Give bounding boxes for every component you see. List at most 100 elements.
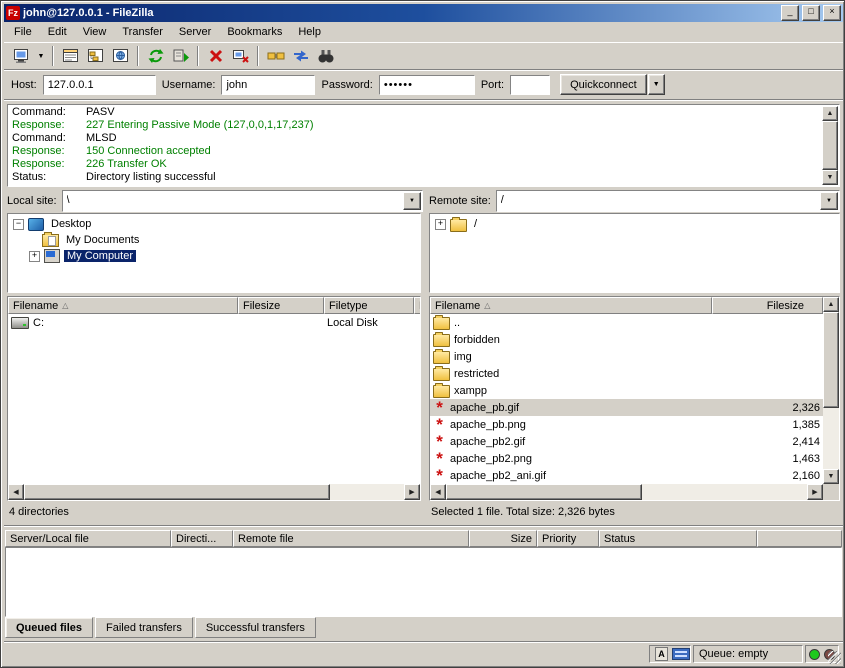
remote-horizontal-scrollbar[interactable]: [430, 484, 823, 500]
log-type: Response:: [9, 158, 86, 171]
chevron-down-icon[interactable]: [403, 192, 421, 210]
file-row[interactable]: restricted: [430, 365, 823, 382]
maximize-button[interactable]: □: [802, 5, 820, 21]
statusbar: Queue: empty: [4, 641, 843, 666]
toggle-remote-tree-button[interactable]: [108, 45, 133, 68]
queue-column-status[interactable]: Status: [599, 530, 757, 547]
queue-list[interactable]: [5, 547, 842, 617]
queue-column-remote-file[interactable]: Remote file: [233, 530, 469, 547]
toolbar-separator: [257, 46, 259, 66]
queue-column-direction[interactable]: Directi...: [171, 530, 233, 547]
cancel-transfer-button[interactable]: [203, 45, 228, 68]
local-site-combo[interactable]: \: [62, 190, 423, 212]
log-scrollbar[interactable]: [822, 106, 838, 185]
queue-column-priority[interactable]: Priority: [537, 530, 599, 547]
username-input[interactable]: [221, 75, 315, 95]
file-name: apache_pb.png: [450, 419, 526, 431]
file-row[interactable]: apache_pb2.gif 2,414: [430, 433, 823, 450]
find-files-button[interactable]: [313, 45, 338, 68]
scrollbar-track[interactable]: [642, 484, 807, 500]
tree-item-label: Desktop: [48, 218, 94, 230]
port-input[interactable]: [510, 75, 550, 95]
minimize-button[interactable]: _: [781, 5, 799, 21]
column-filename[interactable]: Filename: [430, 297, 712, 314]
file-row[interactable]: apache_pb2_ani.gif 2,160: [430, 467, 823, 484]
file-size: 2,326: [792, 402, 820, 414]
menu-item-view[interactable]: View: [75, 24, 115, 40]
log-line: Response:226 Transfer OK: [9, 158, 822, 171]
toggle-local-tree-button[interactable]: [83, 45, 108, 68]
tab-successful-transfers[interactable]: Successful transfers: [195, 617, 316, 638]
scroll-left-icon[interactable]: [430, 484, 446, 500]
scroll-right-icon[interactable]: [807, 484, 823, 500]
queue-column-server-local-file[interactable]: Server/Local file: [5, 530, 171, 547]
close-button[interactable]: ×: [823, 5, 841, 21]
scroll-up-icon[interactable]: [822, 106, 838, 121]
local-horizontal-scrollbar[interactable]: [8, 484, 420, 500]
scrollbar-thumb[interactable]: [446, 484, 642, 500]
site-manager-button[interactable]: [9, 45, 34, 68]
tree-item-root[interactable]: /: [430, 216, 839, 232]
menu-item-server[interactable]: Server: [171, 24, 219, 40]
directory-comparison-button[interactable]: [263, 45, 288, 68]
menu-item-help[interactable]: Help: [290, 24, 329, 40]
column-lastmodified[interactable]: L: [414, 297, 421, 314]
file-row[interactable]: apache_pb2.png 1,463: [430, 450, 823, 467]
message-log-icon: [62, 48, 80, 64]
collapse-icon[interactable]: [13, 219, 24, 230]
synchronized-browsing-button[interactable]: [288, 45, 313, 68]
queue-column-size[interactable]: Size: [469, 530, 537, 547]
remote-site-combo[interactable]: /: [496, 190, 840, 212]
expand-icon[interactable]: [29, 251, 40, 262]
password-input[interactable]: [379, 75, 475, 95]
quickconnect-dropdown-button[interactable]: ▼: [648, 74, 665, 95]
scrollbar-track[interactable]: [823, 408, 839, 469]
tab-failed-transfers[interactable]: Failed transfers: [95, 617, 193, 638]
menu-item-transfer[interactable]: Transfer: [114, 24, 171, 40]
scroll-down-icon[interactable]: [823, 469, 839, 484]
scroll-up-icon[interactable]: [823, 297, 839, 312]
refresh-icon: [147, 48, 165, 64]
tree-item-my-documents[interactable]: My Documents: [8, 232, 420, 248]
menu-item-edit[interactable]: Edit: [40, 24, 75, 40]
tab-queued-files[interactable]: Queued files: [5, 617, 93, 638]
column-filetype[interactable]: Filetype: [324, 297, 414, 314]
menu-item-bookmarks[interactable]: Bookmarks: [219, 24, 290, 40]
file-row[interactable]: apache_pb.png 1,385: [430, 416, 823, 433]
file-row[interactable]: img: [430, 348, 823, 365]
scroll-right-icon[interactable]: [404, 484, 420, 500]
my-documents-icon: [42, 234, 59, 247]
scrollbar-thumb[interactable]: [24, 484, 330, 500]
file-name: xampp: [454, 385, 487, 397]
tree-item-desktop[interactable]: Desktop: [8, 216, 420, 232]
column-filesize[interactable]: Filesize: [238, 297, 324, 314]
host-input[interactable]: [43, 75, 156, 95]
column-filename[interactable]: Filename: [8, 297, 238, 314]
file-row[interactable]: xampp: [430, 382, 823, 399]
file-size: 1,385: [792, 419, 820, 431]
folder-icon: [433, 351, 450, 364]
toggle-message-log-button[interactable]: [58, 45, 83, 68]
file-row[interactable]: C: Local Disk: [8, 314, 420, 331]
file-row[interactable]: forbidden: [430, 331, 823, 348]
scroll-left-icon[interactable]: [8, 484, 24, 500]
file-row[interactable]: ..: [430, 314, 823, 331]
tree-item-my-computer[interactable]: My Computer: [8, 248, 420, 264]
remote-vertical-scrollbar[interactable]: [823, 297, 839, 484]
disconnect-button[interactable]: [228, 45, 253, 68]
scrollbar-thumb[interactable]: [823, 312, 839, 408]
resize-grip[interactable]: [828, 651, 841, 664]
menu-item-file[interactable]: File: [6, 24, 40, 40]
column-filesize[interactable]: Filesize: [712, 297, 823, 314]
username-label: Username:: [162, 79, 216, 91]
chevron-down-icon[interactable]: [820, 192, 838, 210]
scrollbar-thumb[interactable]: [822, 121, 838, 170]
process-queue-button[interactable]: [168, 45, 193, 68]
site-manager-dropdown-button[interactable]: ▼: [34, 45, 48, 68]
scroll-down-icon[interactable]: [822, 170, 838, 185]
quickconnect-button[interactable]: Quickconnect: [560, 74, 647, 95]
file-row-selected[interactable]: apache_pb.gif 2,326: [430, 399, 823, 416]
scrollbar-track[interactable]: [330, 484, 404, 500]
expand-icon[interactable]: [435, 219, 446, 230]
refresh-button[interactable]: [143, 45, 168, 68]
